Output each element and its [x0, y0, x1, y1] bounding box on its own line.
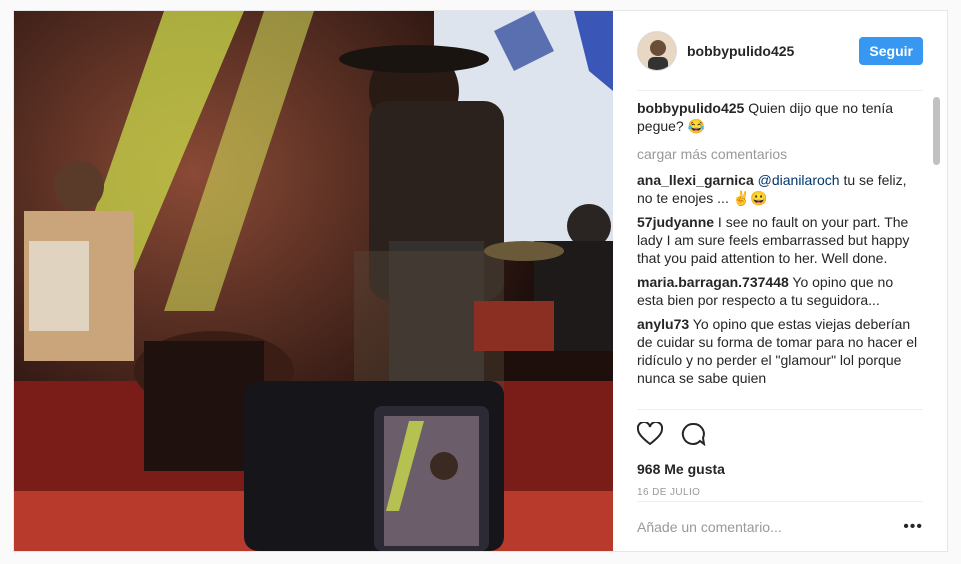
comments-scrollbar[interactable]	[933, 93, 941, 408]
comment-item: maria.barragan.737448 Yo opino que no es…	[637, 273, 935, 309]
comment-user[interactable]: anylu73	[637, 316, 689, 332]
likes-count[interactable]: 968 Me gusta	[637, 461, 923, 477]
post-date: 16 DE JULIO	[637, 487, 701, 498]
add-comment-bar: Añade un comentario... •••	[637, 501, 923, 552]
post-card: bobbypulido425 Seguir bobbypulido425 Qui…	[13, 10, 948, 552]
comment-item: anylu73 Yo opino que estas viejas deberí…	[637, 315, 935, 387]
more-options-icon[interactable]: •••	[903, 518, 923, 536]
username-link[interactable]: bobbypulido425	[687, 43, 859, 59]
caption: bobbypulido425 Quien dijo que no tenía p…	[637, 99, 935, 135]
comment-input[interactable]: Añade un comentario...	[637, 519, 903, 535]
caption-user[interactable]: bobbypulido425	[637, 100, 744, 116]
post-sidebar: bobbypulido425 Seguir bobbypulido425 Qui…	[613, 11, 947, 551]
comment-icon[interactable]	[681, 422, 707, 451]
load-more-comments[interactable]: cargar más comentarios	[637, 145, 935, 163]
comments-list: bobbypulido425 Quien dijo que no tenía p…	[637, 93, 935, 408]
concert-image	[14, 11, 613, 551]
profile-photo-icon	[638, 31, 676, 70]
heart-icon[interactable]	[636, 420, 664, 451]
comment-user[interactable]: ana_llexi_garnica	[637, 172, 754, 188]
follow-button[interactable]: Seguir	[859, 36, 923, 65]
comment-user[interactable]: 57judyanne	[637, 214, 714, 230]
post-actions: 968 Me gusta 16 DE JULIO	[636, 409, 923, 498]
comment-user[interactable]: maria.barragan.737448	[637, 274, 789, 290]
comment-item: 57judyanne I see no fault on your part. …	[637, 213, 935, 267]
post-video[interactable]	[14, 11, 613, 551]
post-header: bobbypulido425 Seguir	[637, 11, 923, 91]
scrollbar-thumb[interactable]	[933, 97, 940, 165]
comment-item: ana_llexi_garnica @dianilaroch tu se fel…	[637, 171, 935, 207]
avatar[interactable]	[637, 30, 677, 71]
comment-mention[interactable]: @dianilaroch	[758, 172, 840, 188]
